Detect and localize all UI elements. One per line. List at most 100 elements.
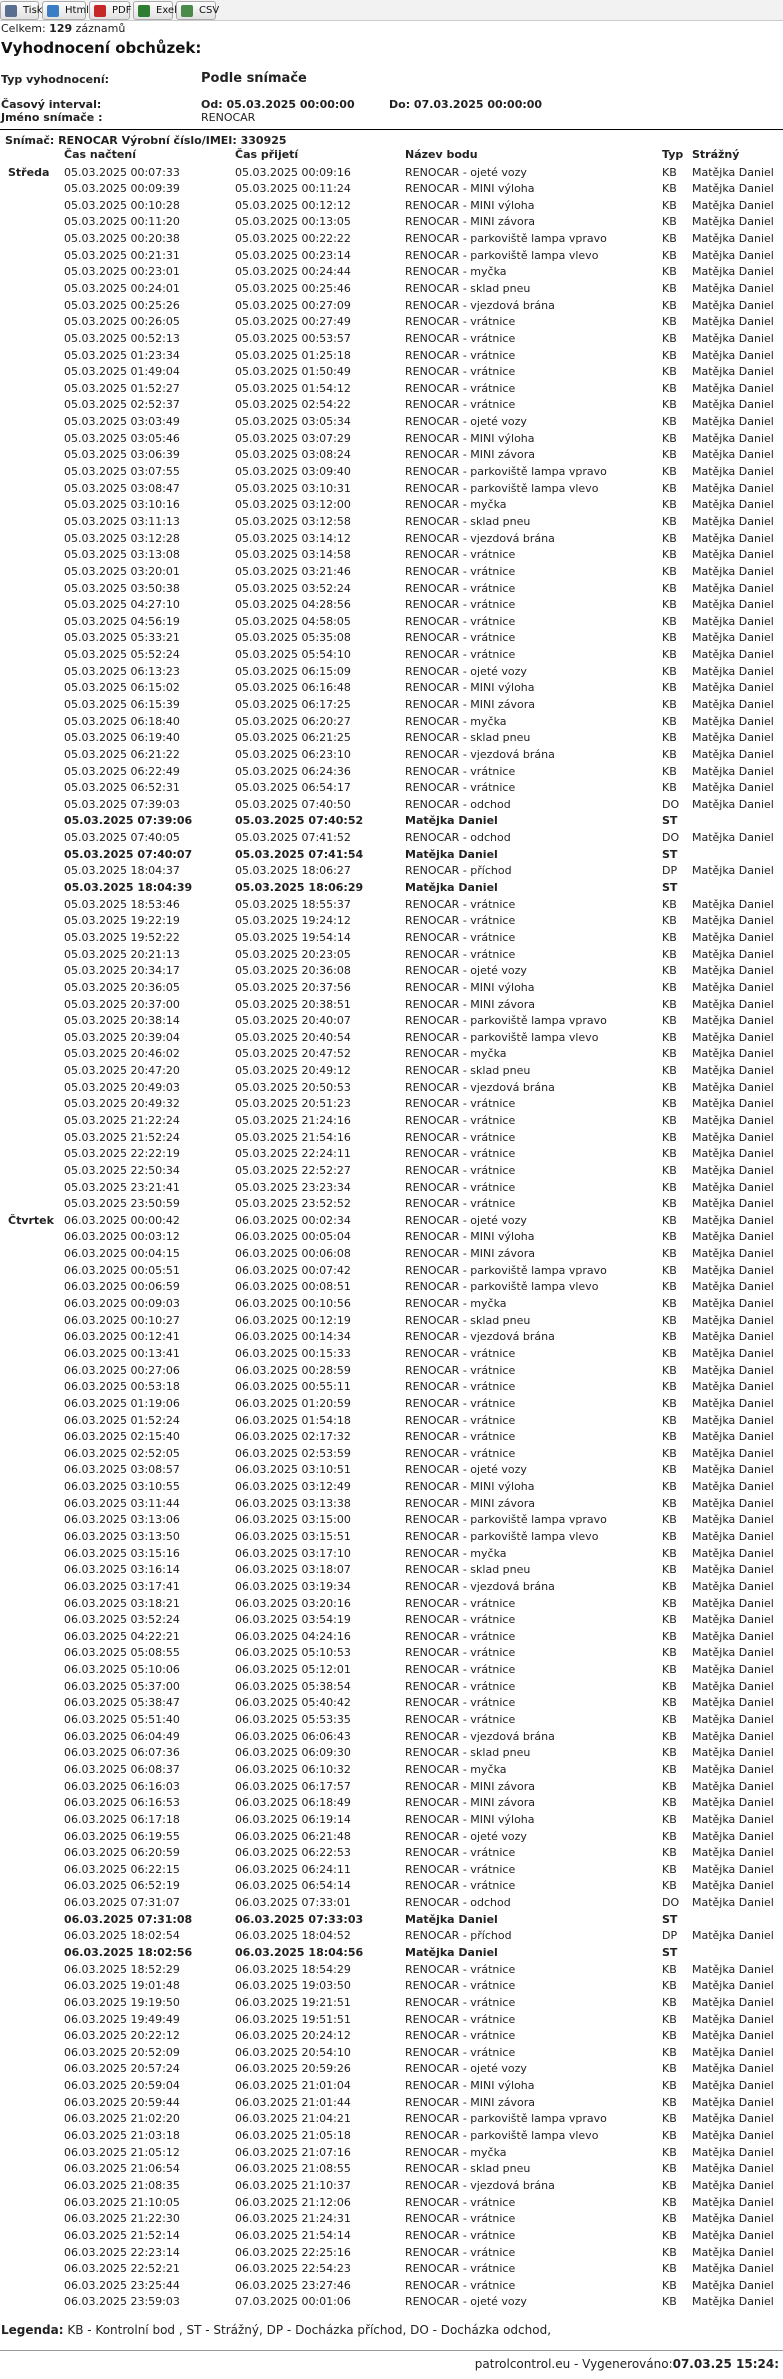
guard-cell: Matějka Daniel	[692, 465, 774, 479]
pdf-button[interactable]: PDF	[89, 1, 131, 20]
receive-time-cell: 06.03.2025 06:17:57	[235, 1779, 351, 1793]
guard-cell: Matějka Daniel	[692, 2212, 774, 2226]
receive-time-cell: 06.03.2025 00:10:56	[235, 1297, 351, 1311]
read-time-cell: 05.03.2025 06:21:22	[64, 747, 180, 761]
point-name-cell: RENOCAR - vrátnice	[405, 897, 516, 911]
receive-time-cell: 05.03.2025 03:14:12	[235, 531, 351, 545]
point-name-cell: RENOCAR - sklad pneu	[405, 1746, 531, 1760]
point-name-cell: RENOCAR - vrátnice	[405, 1962, 516, 1976]
read-time-cell: 06.03.2025 00:53:18	[64, 1380, 180, 1394]
point-name-cell: RENOCAR - odchod	[405, 797, 511, 811]
read-time-cell: 06.03.2025 18:02:56	[64, 1945, 193, 1959]
guard-cell: Matějka Daniel	[692, 1762, 774, 1776]
read-time-cell: 06.03.2025 20:52:09	[64, 2045, 180, 2059]
type-cell: KB	[662, 2062, 677, 2076]
type-cell: KB	[662, 1846, 677, 1860]
html-button[interactable]: Html	[42, 1, 89, 20]
table-row: 05.03.2025 23:21:41 05.03.2025 23:23:34 RE…	[0, 1180, 783, 1197]
read-time-cell: 06.03.2025 20:59:44	[64, 2095, 180, 2109]
table-row: 05.03.2025 01:52:27 05.03.2025 01:54:12 RE…	[0, 381, 783, 398]
guard-cell: Matějka Daniel	[692, 964, 774, 978]
read-time-cell: 06.03.2025 19:49:49	[64, 2012, 180, 2026]
table-row: 06.03.2025 20:59:04 06.03.2025 21:01:04 RE…	[0, 2078, 783, 2095]
guard-cell: Matějka Daniel	[692, 398, 774, 412]
guard-cell: Matějka Daniel	[692, 281, 774, 295]
type-cell: KB	[662, 1696, 677, 1710]
read-time-cell: 05.03.2025 01:23:34	[64, 348, 180, 362]
point-name-cell: RENOCAR - vrátnice	[405, 781, 516, 795]
guard-cell: Matějka Daniel	[692, 1663, 774, 1677]
point-name-cell: RENOCAR - MINI výloha	[405, 431, 535, 445]
table-row: 05.03.2025 21:52:24 05.03.2025 21:54:16 RE…	[0, 1130, 783, 1147]
read-time-cell: 05.03.2025 20:49:03	[64, 1080, 180, 1094]
type-cell: KB	[662, 1812, 677, 1826]
table-row: 05.03.2025 00:11:20 05.03.2025 00:13:05 RE…	[0, 214, 783, 231]
guard-cell: Matějka Daniel	[692, 2045, 774, 2059]
table-row: 05.03.2025 06:15:02 05.03.2025 06:16:48 RE…	[0, 680, 783, 697]
guard-cell: Matějka Daniel	[692, 1546, 774, 1560]
read-time-cell: 06.03.2025 06:22:15	[64, 1862, 180, 1876]
guard-cell: Matějka Daniel	[692, 1979, 774, 1993]
read-time-cell: 05.03.2025 03:13:08	[64, 548, 180, 562]
type-cell: KB	[662, 1130, 677, 1144]
type-cell: KB	[662, 1746, 677, 1760]
point-name-cell: RENOCAR - ojeté vozy	[405, 415, 527, 429]
guard-cell: Matějka Daniel	[692, 531, 774, 545]
point-name-cell: RENOCAR - MINI závora	[405, 2095, 536, 2109]
table-row: 05.03.2025 05:33:21 05.03.2025 05:35:08 RE…	[0, 630, 783, 647]
read-time-cell: 06.03.2025 01:52:24	[64, 1413, 180, 1427]
read-time-cell: 05.03.2025 01:49:04	[64, 365, 180, 379]
read-time-cell: 06.03.2025 22:52:21	[64, 2262, 180, 2276]
point-name-cell: RENOCAR - MINI výloha	[405, 681, 535, 695]
exel-button[interactable]: Exel	[133, 1, 177, 20]
guard-cell: Matějka Daniel	[692, 598, 774, 612]
point-name-cell: RENOCAR - MINI výloha	[405, 1480, 535, 1494]
point-name-cell: RENOCAR - MINI závora	[405, 448, 536, 462]
tisk-button[interactable]: Tisk	[0, 1, 43, 20]
type-cell: KB	[662, 2212, 677, 2226]
read-time-cell: 06.03.2025 00:05:51	[64, 1263, 180, 1277]
point-name-cell: RENOCAR - vrátnice	[405, 1346, 516, 1360]
receive-time-cell: 06.03.2025 18:54:29	[235, 1962, 351, 1976]
table-row: 05.03.2025 19:52:22 05.03.2025 19:54:14 RE…	[0, 930, 783, 947]
table-row: 06.03.2025 19:01:48 06.03.2025 19:03:50 RE…	[0, 1978, 783, 1995]
table-row: 06.03.2025 07:31:07 06.03.2025 07:33:01 RE…	[0, 1895, 783, 1912]
receive-time-cell: 06.03.2025 06:09:30	[235, 1746, 351, 1760]
read-time-cell: 06.03.2025 00:00:42	[64, 1213, 180, 1227]
type-cell: KB	[662, 2245, 677, 2259]
point-name-cell: RENOCAR - vrátnice	[405, 564, 516, 578]
type-cell: KB	[662, 1762, 677, 1776]
point-name-cell: RENOCAR - vrátnice	[405, 2245, 516, 2259]
point-name-cell: Matějka Daniel	[405, 814, 498, 828]
guard-cell: Matějka Daniel	[692, 265, 774, 279]
type-cell: KB	[662, 531, 677, 545]
point-name-cell: RENOCAR - vrátnice	[405, 1862, 516, 1876]
read-time-cell: 06.03.2025 04:22:21	[64, 1629, 180, 1643]
point-name-cell: RENOCAR - vrátnice	[405, 1646, 516, 1660]
table-row: 05.03.2025 06:52:31 05.03.2025 06:54:17 RE…	[0, 780, 783, 797]
read-time-cell: 06.03.2025 07:31:08	[64, 1912, 193, 1926]
read-time-cell: 06.03.2025 00:03:12	[64, 1230, 180, 1244]
csv-button[interactable]: CSV	[176, 1, 219, 20]
point-name-cell: RENOCAR - MINI závora	[405, 1779, 536, 1793]
read-time-cell: 06.03.2025 18:52:29	[64, 1962, 180, 1976]
point-name-cell: RENOCAR - MINI výloha	[405, 1230, 535, 1244]
type-cell: KB	[662, 2295, 677, 2309]
guard-cell: Matějka Daniel	[692, 864, 774, 878]
page-title: Vyhodnocení obchůzek:	[1, 39, 202, 57]
type-cell: KB	[662, 947, 677, 961]
read-time-cell: 05.03.2025 00:23:01	[64, 265, 180, 279]
receive-time-cell: 06.03.2025 06:22:53	[235, 1846, 351, 1860]
point-name-cell: RENOCAR - vrátnice	[405, 1596, 516, 1610]
guard-cell: Matějka Daniel	[692, 1180, 774, 1194]
guard-cell: Matějka Daniel	[692, 1796, 774, 1810]
receive-time-cell: 06.03.2025 03:20:16	[235, 1596, 351, 1610]
receive-time-cell: 06.03.2025 04:24:16	[235, 1629, 351, 1643]
table-row: 05.03.2025 00:10:28 05.03.2025 00:12:12 RE…	[0, 198, 783, 215]
read-time-cell: 05.03.2025 07:40:07	[64, 847, 193, 861]
table-row: 06.03.2025 06:17:18 06.03.2025 06:19:14 RE…	[0, 1812, 783, 1829]
point-name-cell: RENOCAR - myčka	[405, 1047, 507, 1061]
type-cell: KB	[662, 298, 677, 312]
read-time-cell: 06.03.2025 23:25:44	[64, 2278, 180, 2292]
guard-cell: Matějka Daniel	[692, 182, 774, 196]
